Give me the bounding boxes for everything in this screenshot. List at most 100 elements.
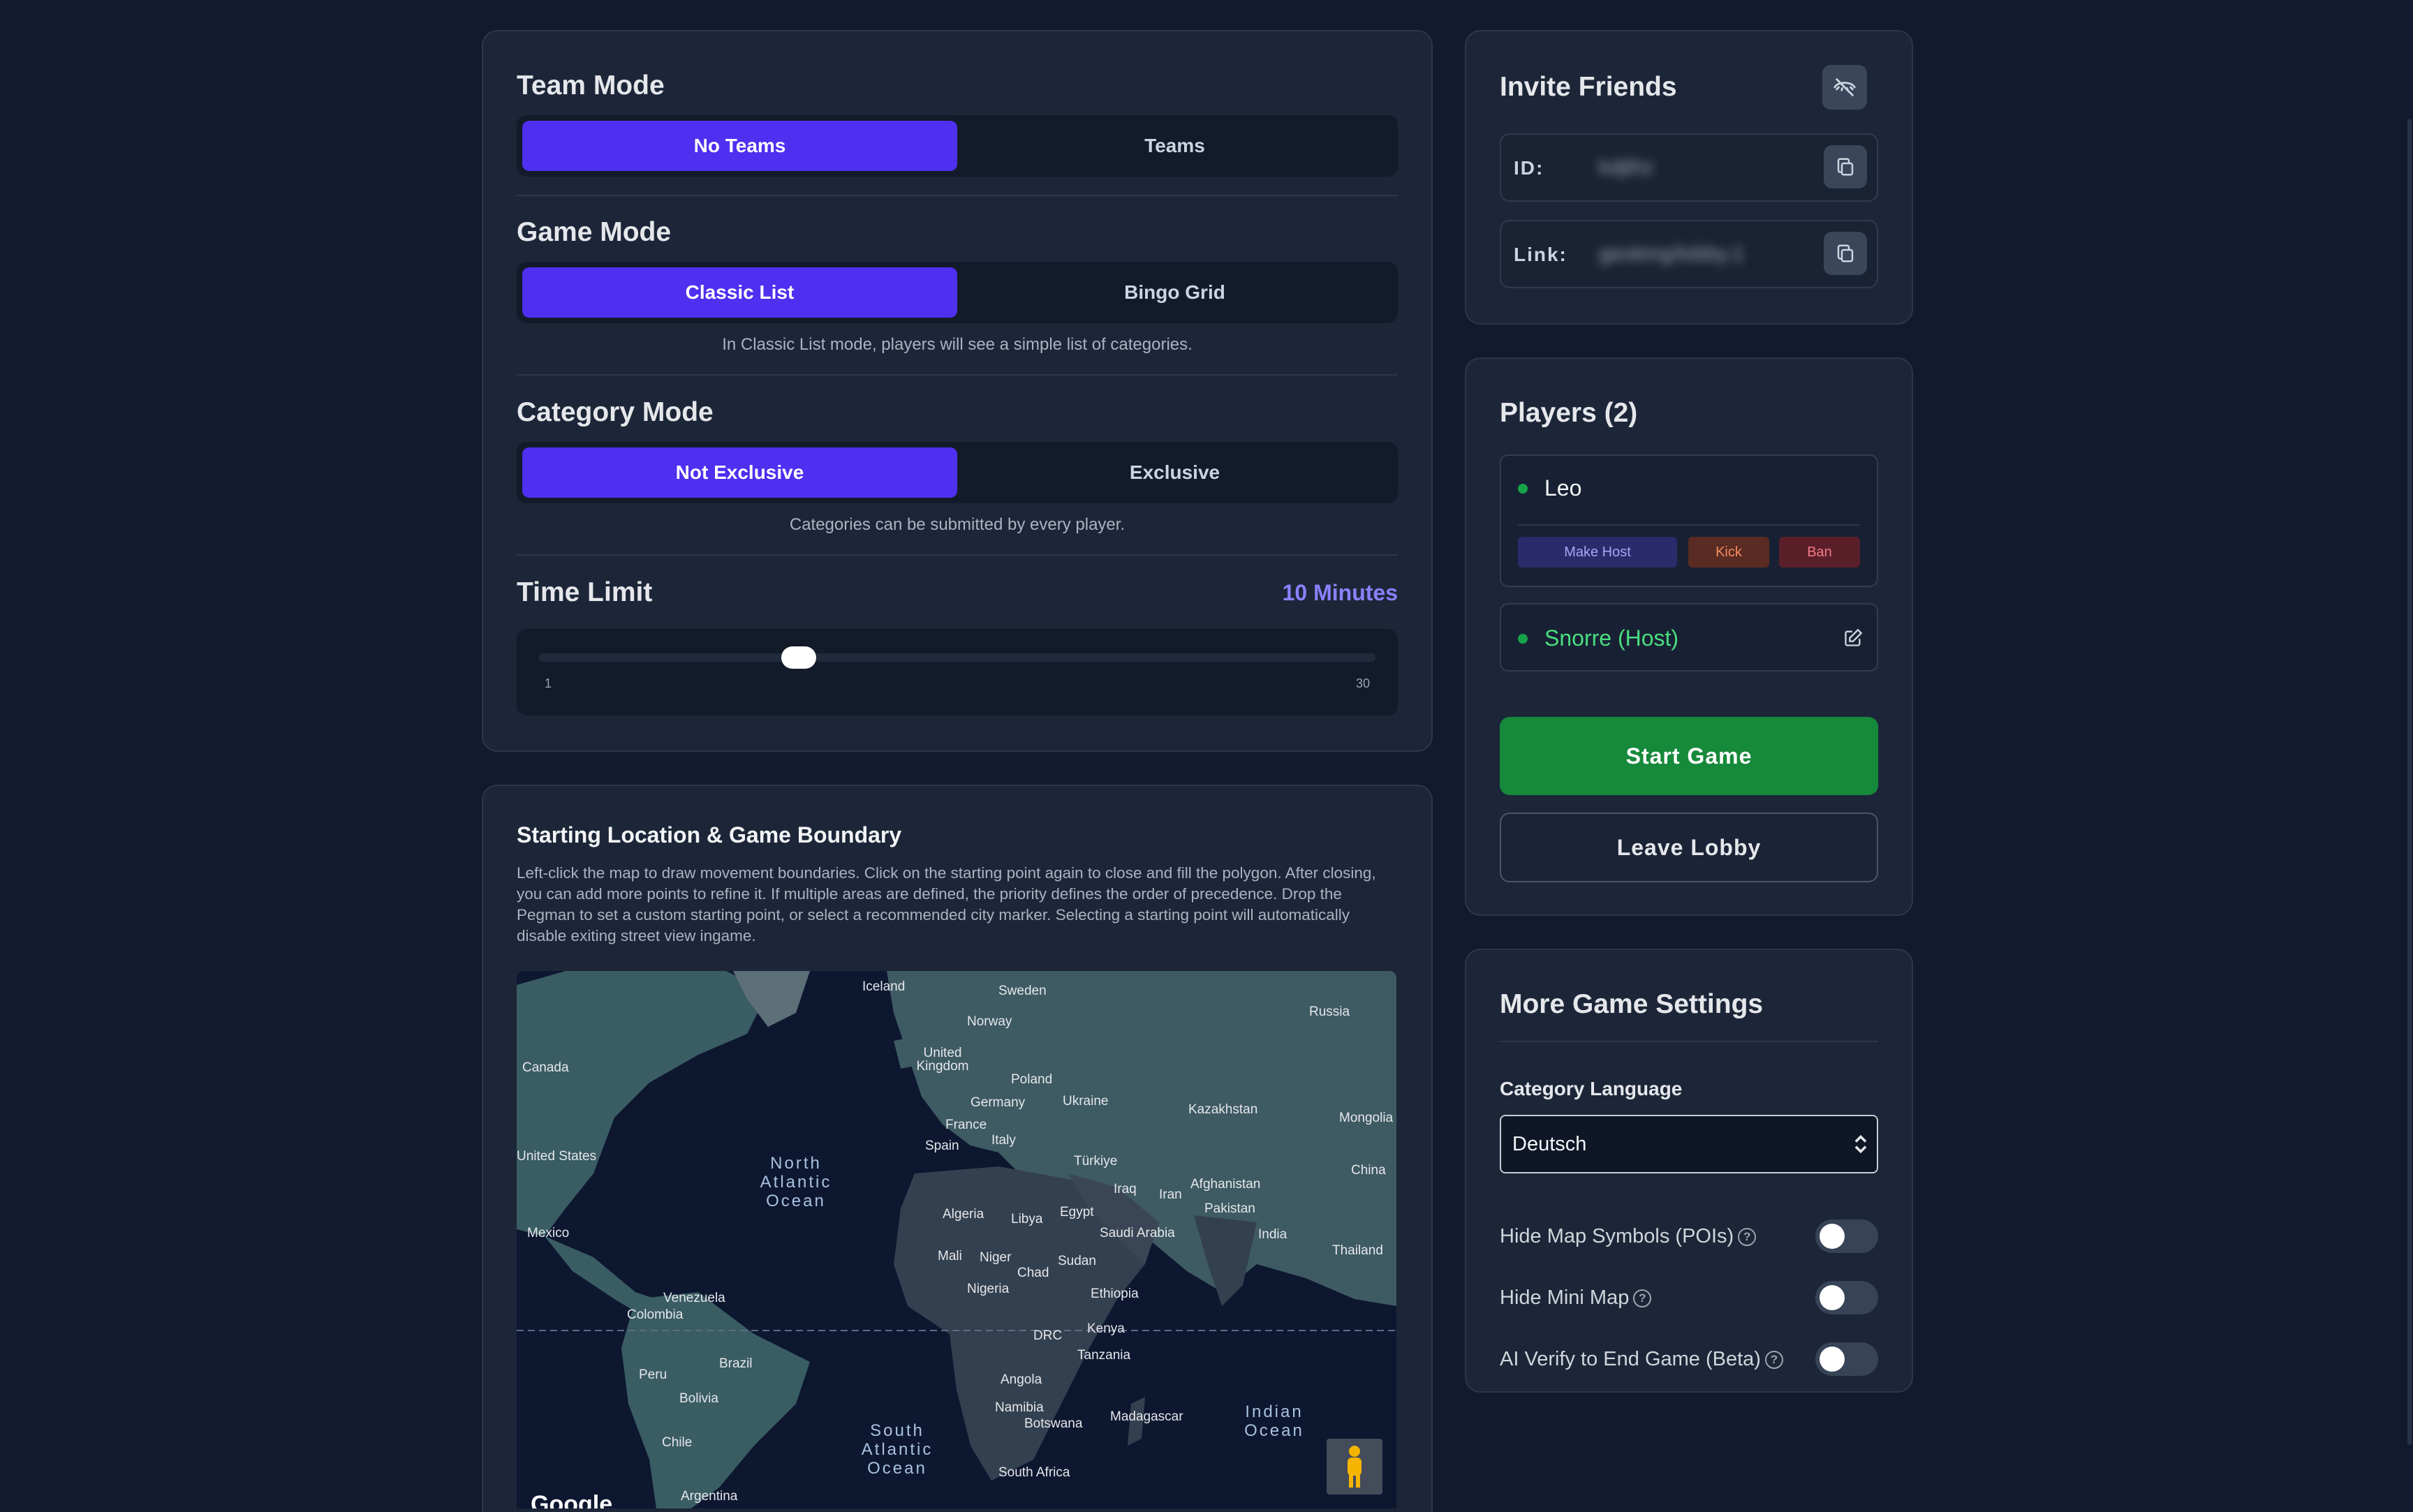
- online-indicator: [1518, 634, 1528, 644]
- classic-list-option[interactable]: Classic List: [522, 267, 957, 318]
- category-language-value: Deutsch: [1512, 1133, 1587, 1155]
- hide-minimap-label: Hide Mini Map: [1500, 1287, 1630, 1309]
- map-section-description: Left-click the map to draw movement boun…: [517, 864, 1376, 944]
- slider-thumb[interactable]: [781, 646, 816, 669]
- ai-verify-label: AI Verify to End Game (Beta): [1500, 1348, 1761, 1370]
- lobby-id-field: ID: kdjthz: [1500, 133, 1878, 202]
- map-label: Chile: [662, 1435, 693, 1450]
- lobby-link-field: Link: geoking/lobby.1: [1500, 220, 1878, 288]
- map-label: Türkiye: [1074, 1154, 1118, 1169]
- map-label: Mongolia: [1339, 1111, 1394, 1125]
- map-label: Madagascar: [1110, 1409, 1183, 1424]
- game-settings-card: Team Mode No Teams Teams Game Mode Class…: [482, 30, 1433, 752]
- map-label: Ukraine: [1063, 1094, 1109, 1109]
- map-label: Venezuela: [663, 1291, 725, 1305]
- game-mode-title: Game Mode: [517, 217, 672, 247]
- divider: [517, 374, 1398, 376]
- no-teams-option[interactable]: No Teams: [522, 121, 957, 171]
- category-mode-title: Category Mode: [517, 397, 714, 427]
- map-label: Ethiopia: [1091, 1287, 1139, 1301]
- help-icon[interactable]: ?: [1738, 1228, 1757, 1247]
- bingo-grid-option[interactable]: Bingo Grid: [957, 267, 1392, 318]
- players-card: Players (2) Leo Make Host Kick Ban Snorr…: [1465, 357, 1913, 916]
- teams-option[interactable]: Teams: [957, 121, 1392, 171]
- copy-icon: [1837, 158, 1854, 176]
- lobby-link-label: Link:: [1514, 244, 1567, 265]
- divider: [1518, 524, 1860, 526]
- time-limit-value: 10 Minutes: [1282, 580, 1398, 605]
- hide-pois-toggle[interactable]: [1815, 1220, 1878, 1253]
- hide-minimap-toggle[interactable]: [1815, 1281, 1878, 1314]
- ai-verify-toggle[interactable]: [1815, 1342, 1878, 1376]
- map-label: Brazil: [719, 1356, 753, 1371]
- category-language-label: Category Language: [1500, 1078, 1683, 1099]
- map-label: Iceland: [862, 979, 906, 994]
- map-label: Colombia: [627, 1307, 684, 1322]
- map-label: Bolivia: [679, 1391, 718, 1406]
- map-label: France: [945, 1118, 987, 1132]
- toggle-visibility-button[interactable]: [1822, 65, 1867, 110]
- scrollbar[interactable]: [2407, 119, 2412, 1445]
- time-limit-title: Time Limit: [517, 577, 653, 607]
- map-label: Kenya: [1087, 1321, 1125, 1336]
- kick-button[interactable]: Kick: [1688, 537, 1769, 568]
- edit-icon[interactable]: [1843, 628, 1863, 648]
- slider-track[interactable]: [539, 646, 1375, 669]
- map-label: Russia: [1309, 1005, 1350, 1019]
- more-settings-title: More Game Settings: [1500, 989, 1764, 1019]
- divider: [1500, 1041, 1878, 1042]
- help-icon[interactable]: ?: [1764, 1351, 1783, 1370]
- map-label: China: [1351, 1163, 1386, 1178]
- online-indicator: [1518, 484, 1528, 494]
- ocean-label: North Atlantic Ocean: [760, 1154, 832, 1210]
- make-host-button[interactable]: Make Host: [1518, 537, 1677, 568]
- map-label: Sweden: [998, 984, 1047, 998]
- map-label: Thailand: [1332, 1243, 1383, 1258]
- ai-verify-row: AI Verify to End Game (Beta)?: [1500, 1341, 1878, 1377]
- toggle-knob: [1820, 1285, 1845, 1310]
- toggle-label: AI Verify to End Game (Beta)?: [1500, 1348, 1783, 1371]
- team-mode-title: Team Mode: [517, 71, 665, 101]
- divider: [517, 554, 1398, 556]
- game-mode-hint: In Classic List mode, players will see a…: [722, 335, 1193, 354]
- copy-id-button[interactable]: [1824, 145, 1867, 188]
- map-card: Starting Location & Game Boundary Left-c…: [482, 785, 1433, 1512]
- map-label: Afghanistan: [1190, 1177, 1261, 1192]
- hide-pois-label: Hide Map Symbols (POIs): [1500, 1225, 1734, 1247]
- eye-off-icon: [1833, 78, 1856, 96]
- exclusive-option[interactable]: Exclusive: [957, 447, 1392, 498]
- map-label: DRC: [1033, 1328, 1063, 1343]
- toggle-label: Hide Map Symbols (POIs)?: [1500, 1225, 1757, 1248]
- hide-minimap-row: Hide Mini Map?: [1500, 1280, 1878, 1316]
- pegman-button[interactable]: [1327, 1439, 1382, 1495]
- game-mode-toggle: Classic List Bingo Grid: [517, 262, 1398, 323]
- category-mode-toggle: Not Exclusive Exclusive: [517, 442, 1398, 503]
- copy-link-button[interactable]: [1824, 232, 1867, 275]
- leave-lobby-button[interactable]: Leave Lobby: [1500, 813, 1878, 882]
- map-label: Sudan: [1058, 1254, 1096, 1268]
- map-label: South Africa: [998, 1465, 1070, 1480]
- map-label: Algeria: [943, 1207, 984, 1222]
- map-label: Angola: [1001, 1372, 1042, 1387]
- map-label: Germany: [971, 1095, 1026, 1110]
- category-language-select[interactable]: Deutsch: [1500, 1115, 1878, 1173]
- start-game-button[interactable]: Start Game: [1500, 717, 1878, 795]
- player-item: Leo Make Host Kick Ban: [1500, 454, 1878, 587]
- world-map[interactable]: Iceland Sweden Norway Russia Canada Unit…: [517, 971, 1396, 1509]
- map-label: Nigeria: [967, 1282, 1010, 1296]
- map-label: Spain: [925, 1139, 959, 1153]
- map-label: Norway: [967, 1014, 1012, 1029]
- help-icon[interactable]: ?: [1633, 1289, 1652, 1308]
- map-label: Canada: [522, 1060, 569, 1075]
- map-label: Italy: [991, 1133, 1016, 1148]
- map-label: Mali: [938, 1249, 962, 1263]
- ocean-label: South Atlantic Ocean: [861, 1421, 934, 1478]
- map-label: India: [1258, 1227, 1287, 1242]
- map-label: Saudi Arabia: [1100, 1226, 1175, 1240]
- copy-icon: [1837, 244, 1854, 262]
- player-name: Leo: [1544, 475, 1582, 501]
- not-exclusive-option[interactable]: Not Exclusive: [522, 447, 957, 498]
- time-limit-slider-box: 1 30: [517, 629, 1398, 716]
- ban-button[interactable]: Ban: [1779, 537, 1860, 568]
- lobby-id-label: ID:: [1514, 157, 1544, 179]
